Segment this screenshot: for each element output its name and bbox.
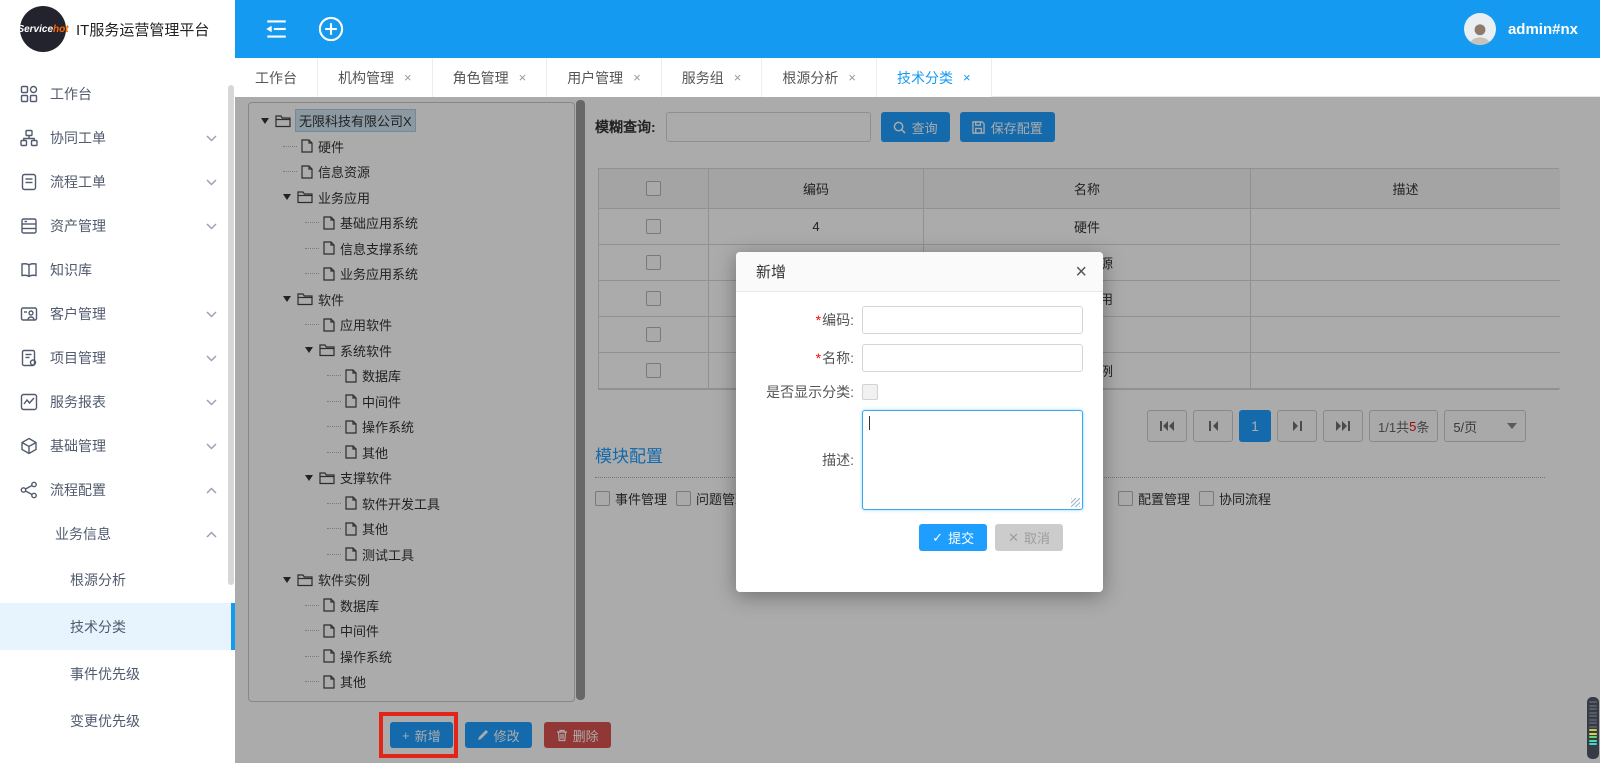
app-title: IT服务运营管理平台 xyxy=(76,19,209,40)
show-category-label: 是否显示分类: xyxy=(752,382,862,402)
chevron-up-icon xyxy=(206,531,217,538)
resize-handle-icon[interactable] xyxy=(1071,498,1080,507)
name-label: *名称: xyxy=(752,348,862,368)
close-icon[interactable]: × xyxy=(1075,262,1087,282)
submit-button[interactable]: ✓提交 xyxy=(919,524,987,551)
chevron-down-icon xyxy=(206,311,217,318)
sidebar-item-assets[interactable]: 资产管理 xyxy=(0,204,235,248)
sidebar-item-knowledge[interactable]: 知识库 xyxy=(0,248,235,292)
logo-text-service: Service xyxy=(17,24,53,35)
sidebar-item-process-orders[interactable]: 流程工单 xyxy=(0,160,235,204)
workbench-icon xyxy=(20,85,38,103)
add-dialog: 新增 × *编码: *名称: 是否显示分类: 描述: xyxy=(736,252,1103,592)
cube-icon xyxy=(20,437,38,455)
close-tab-icon[interactable]: × xyxy=(519,70,527,85)
share-nodes-icon xyxy=(20,481,38,499)
close-tab-icon[interactable]: × xyxy=(963,70,971,85)
tab-bar: 工作台 机构管理× 角色管理× 用户管理× 服务组× 根源分析× 技术分类× xyxy=(235,58,1600,97)
sidebar-item-reports[interactable]: 服务报表 xyxy=(0,380,235,424)
chevron-down-icon xyxy=(206,135,217,142)
tab-role-mgmt[interactable]: 角色管理× xyxy=(433,58,548,97)
close-tab-icon[interactable]: × xyxy=(633,70,641,85)
servicehot-logo: Servicehot xyxy=(20,6,66,52)
name-input[interactable] xyxy=(862,344,1083,372)
chevron-up-icon xyxy=(206,487,217,494)
dialog-title: 新增 xyxy=(756,261,786,282)
tab-org-mgmt[interactable]: 机构管理× xyxy=(318,58,433,97)
sidebar-item-process-config[interactable]: 流程配置 xyxy=(0,468,235,512)
close-tab-icon[interactable]: × xyxy=(404,70,412,85)
book-icon xyxy=(20,261,38,279)
doc-gear-icon xyxy=(20,349,38,367)
chevron-down-icon xyxy=(206,399,217,406)
add-tab-icon[interactable] xyxy=(317,15,345,43)
user-avatar[interactable] xyxy=(1464,13,1496,45)
description-label: 描述: xyxy=(752,450,862,470)
sidebar-item-collab-orders[interactable]: 协同工单 xyxy=(0,116,235,160)
browser-extension-widget xyxy=(1587,697,1599,759)
check-icon: ✓ xyxy=(932,530,943,546)
username[interactable]: admin#nx xyxy=(1508,21,1578,38)
sidebar-item-root-cause[interactable]: 根源分析 xyxy=(0,556,235,603)
annotation-highlight-box xyxy=(379,712,458,758)
close-tab-icon[interactable]: × xyxy=(848,70,856,85)
chevron-down-icon xyxy=(206,355,217,362)
x-icon: ✕ xyxy=(1008,530,1019,546)
document-icon xyxy=(20,173,38,191)
server-icon xyxy=(20,217,38,235)
chevron-down-icon xyxy=(206,443,217,450)
org-icon xyxy=(20,129,38,147)
sidebar-item-customers[interactable]: 客户管理 xyxy=(0,292,235,336)
tab-workbench[interactable]: 工作台 xyxy=(235,58,318,97)
code-label: *编码: xyxy=(752,310,862,330)
logo-text-hot: hot xyxy=(53,24,69,35)
chevron-down-icon xyxy=(206,223,217,230)
tab-service-group[interactable]: 服务组× xyxy=(662,58,763,97)
sidebar-item-change-priority[interactable]: 变更优先级 xyxy=(0,697,235,744)
tab-tech-category[interactable]: 技术分类× xyxy=(877,58,992,97)
app-root: Servicehot IT服务运营管理平台 admin#nx 工作台 xyxy=(0,0,1600,763)
sidebar-item-workbench[interactable]: 工作台 xyxy=(0,72,235,116)
menu-fold-icon[interactable] xyxy=(263,16,289,42)
close-tab-icon[interactable]: × xyxy=(734,70,742,85)
chevron-down-icon xyxy=(206,179,217,186)
tab-root-cause[interactable]: 根源分析× xyxy=(762,58,877,97)
id-card-icon xyxy=(20,305,38,323)
sidebar-item-basic-mgmt[interactable]: 基础管理 xyxy=(0,424,235,468)
text-caret xyxy=(869,416,870,430)
chart-icon xyxy=(20,393,38,411)
sidebar-item-tech-category[interactable]: 技术分类 xyxy=(0,603,235,650)
sidebar-scrollbar-thumb[interactable] xyxy=(228,85,234,585)
logo-area: Servicehot IT服务运营管理平台 xyxy=(0,0,235,58)
sidebar: 工作台 协同工单 流程工单 资产管理 知识库 客户管理 项目管理 xyxy=(0,58,235,763)
cancel-button[interactable]: ✕取消 xyxy=(995,524,1063,551)
code-input[interactable] xyxy=(862,306,1083,334)
top-bar: admin#nx xyxy=(235,0,1600,58)
sidebar-item-incident-priority[interactable]: 事件优先级 xyxy=(0,650,235,697)
description-textarea[interactable] xyxy=(862,410,1083,510)
sidebar-item-projects[interactable]: 项目管理 xyxy=(0,336,235,380)
tab-user-mgmt[interactable]: 用户管理× xyxy=(547,58,662,97)
sidebar-item-business-info[interactable]: 业务信息 xyxy=(0,512,235,556)
show-category-checkbox[interactable] xyxy=(862,384,878,400)
